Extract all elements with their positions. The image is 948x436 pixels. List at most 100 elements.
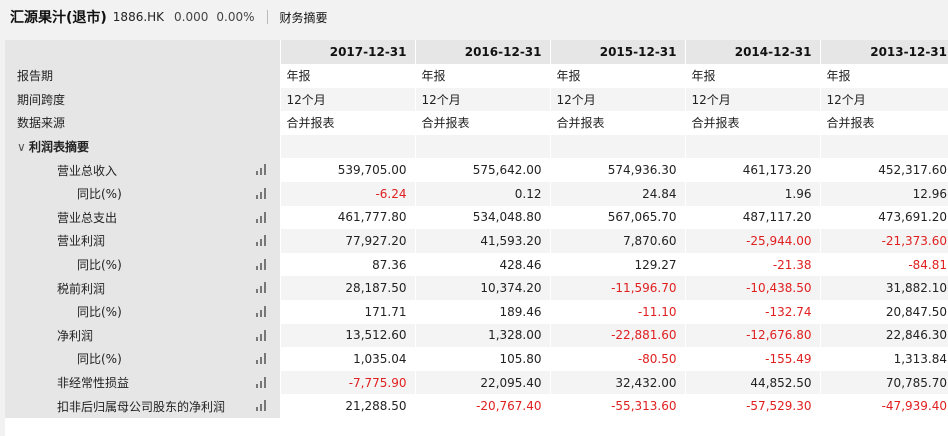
bar-chart-icon[interactable] <box>255 353 268 365</box>
table-cell: 105.80 <box>414 347 550 371</box>
section-title: 财务摘要 <box>279 10 328 25</box>
table-cell: 0.12 <box>414 181 550 206</box>
company-name[interactable]: 汇源果汁(退市) <box>10 7 107 27</box>
table-cell: 合并报表 <box>684 111 820 135</box>
table-cell: -132.74 <box>684 299 820 324</box>
table-row: 扣非后归属母公司股东的净利润 21,288.50 -20,767.40 -55,313… <box>5 394 948 418</box>
table-cell: 12个月 <box>549 87 685 112</box>
table-cell: 70,785.70 <box>819 370 948 395</box>
header-divider <box>266 10 268 24</box>
info-row: 期间跨度 12个月 12个月 12个月 12个月 12个月 <box>5 87 948 112</box>
row-label-text: 营业总支出 <box>57 210 118 225</box>
table-cell: -21,373.60 <box>819 229 948 253</box>
table-row: 同比(%) 171.71 189.46 -11.10 -132.74 20,847.50 <box>5 299 948 324</box>
stock-price: 0.000 <box>174 10 209 24</box>
row-label: 数据来源 <box>5 111 280 135</box>
row-label: 同比(%) <box>5 252 280 277</box>
bar-chart-icon[interactable] <box>255 282 268 294</box>
table-cell: 77,927.20 <box>279 229 415 253</box>
table-cell: 567,065.70 <box>549 205 685 230</box>
table-cell: 1,035.04 <box>279 347 415 371</box>
table-cell: -11.10 <box>549 299 685 324</box>
page-header: 汇源果汁(退市) 1886.HK 0.000 0.00% 财务摘要 <box>0 0 948 34</box>
table-cell: -25,944.00 <box>684 229 820 253</box>
bar-chart-icon[interactable] <box>255 164 268 176</box>
table-cell: -84.81 <box>819 252 948 277</box>
table-cell: 合并报表 <box>819 111 948 135</box>
bar-chart-icon[interactable] <box>255 305 268 317</box>
bar-chart-icon[interactable] <box>255 376 268 388</box>
row-label-text: 同比(%) <box>77 258 122 273</box>
stock-change-pct: 0.00% <box>216 10 255 24</box>
table-row: 非经常性损益 -7,775.90 22,095.40 32,432.00 44,852.… <box>5 370 948 395</box>
table-row: 税前利润 28,187.50 10,374.20 -11,596.70 -10,438.… <box>5 276 948 300</box>
table-cell: 461,173.20 <box>684 158 820 182</box>
section-empty-cell <box>414 134 550 159</box>
table-cell: 12个月 <box>819 87 948 112</box>
bar-chart-icon[interactable] <box>255 235 268 247</box>
table-row: 营业利润 77,927.20 41,593.20 7,870.60 -25,944.00… <box>5 229 948 253</box>
table-cell: 年报 <box>279 64 415 88</box>
row-label-text: 数据来源 <box>17 116 66 131</box>
section-label-wrap: ∨ 利润表摘要 <box>5 138 89 155</box>
table-cell: 539,705.00 <box>279 158 415 182</box>
section-empty-cell <box>549 134 685 159</box>
table-cell: 年报 <box>684 64 820 88</box>
year-header[interactable]: 2017-12-31 <box>279 40 415 64</box>
stock-code: 1886.HK <box>112 10 165 24</box>
bar-chart-icon[interactable] <box>255 329 268 341</box>
row-label-text: 营业总收入 <box>57 163 118 178</box>
year-header[interactable]: 2014-12-31 <box>684 40 820 64</box>
section-label-text: 利润表摘要 <box>29 140 90 155</box>
section-label[interactable]: ∨ 利润表摘要 <box>5 134 280 159</box>
bar-chart-icon[interactable] <box>255 258 268 270</box>
table-cell: 87.36 <box>279 252 415 277</box>
row-label-text: 同比(%) <box>77 187 122 202</box>
year-header[interactable]: 2015-12-31 <box>549 40 685 64</box>
table-cell: 20,847.50 <box>819 299 948 324</box>
table-cell: 44,852.50 <box>684 370 820 395</box>
table-cell: 534,048.80 <box>414 205 550 230</box>
table-cell: 22,846.30 <box>819 323 948 348</box>
bar-chart-icon[interactable] <box>255 187 268 199</box>
table-cell: 41,593.20 <box>414 229 550 253</box>
year-header[interactable]: 2016-12-31 <box>414 40 550 64</box>
table-row: 同比(%) 87.36 428.46 129.27 -21.38 -84.81 <box>5 252 948 277</box>
row-label-text: 同比(%) <box>77 305 122 320</box>
table-cell: 年报 <box>414 64 550 88</box>
chevron-down-icon[interactable]: ∨ <box>17 140 29 154</box>
table-cell: 合并报表 <box>414 111 550 135</box>
table-row: 营业总收入 539,705.00 575,642.00 574,936.30 461,1… <box>5 158 948 182</box>
section-empty-cell <box>819 134 948 159</box>
table-cell: -155.49 <box>684 347 820 371</box>
row-label: 营业利润 <box>5 229 280 253</box>
row-label: 营业总支出 <box>5 205 280 230</box>
table-cell: 12个月 <box>684 87 820 112</box>
table-row: 同比(%) -6.24 0.12 24.84 1.96 12.96 <box>5 181 948 206</box>
row-label-text: 扣非后归属母公司股东的净利润 <box>57 399 226 414</box>
table-row: 净利润 13,512.60 1,328.00 -22,881.60 -12,676.80… <box>5 323 948 348</box>
table-cell: -47,939.40 <box>819 394 948 418</box>
table-cell: 31,882.10 <box>819 276 948 300</box>
table-cell: 1,313.84 <box>819 347 948 371</box>
section-row-income-statement[interactable]: ∨ 利润表摘要 <box>5 134 948 159</box>
row-label: 扣非后归属母公司股东的净利润 <box>5 394 280 418</box>
row-label-text: 税前利润 <box>57 281 106 296</box>
table-cell: 461,777.80 <box>279 205 415 230</box>
table-cell: -12,676.80 <box>684 323 820 348</box>
bar-chart-icon[interactable] <box>255 400 268 412</box>
table-cell: -55,313.60 <box>549 394 685 418</box>
table-cell: 32,432.00 <box>549 370 685 395</box>
table-cell: -7,775.90 <box>279 370 415 395</box>
table-cell: 1.96 <box>684 181 820 206</box>
bar-chart-icon[interactable] <box>255 211 268 223</box>
row-label-text: 报告期 <box>17 69 54 84</box>
row-label: 营业总收入 <box>5 158 280 182</box>
year-header[interactable]: 2013-12-31 <box>819 40 948 64</box>
row-label-text: 营业利润 <box>57 234 106 249</box>
row-label: 期间跨度 <box>5 87 280 112</box>
row-label: 同比(%) <box>5 347 280 371</box>
table-cell: 1,328.00 <box>414 323 550 348</box>
table-cell: 452,317.60 <box>819 158 948 182</box>
table-cell: 12.96 <box>819 181 948 206</box>
